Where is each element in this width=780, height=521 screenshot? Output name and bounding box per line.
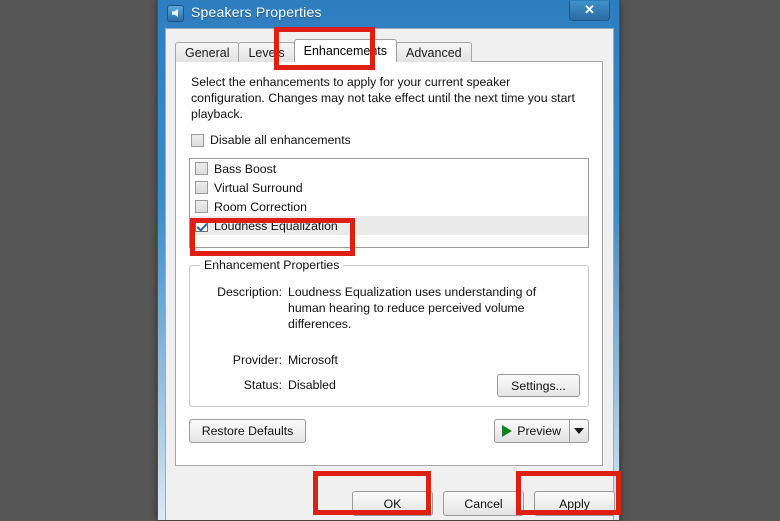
loudness-equalization-checkbox[interactable] [195,219,208,232]
list-item-label: Loudness Equalization [214,218,338,233]
list-item[interactable]: Loudness Equalization [190,216,588,235]
title-bar: Speakers Properties ✕ [158,0,619,28]
list-item-label: Bass Boost [214,161,277,176]
tab-general[interactable]: General [175,42,240,62]
dialog-client-area: General Levels Enhancements Advanced Sel… [165,28,615,521]
cancel-button-label: Cancel [464,496,503,511]
preview-dropdown-button[interactable] [569,420,588,442]
tab-levels[interactable]: Levels [238,42,295,62]
preview-split-button: Preview [494,419,589,443]
close-icon: ✕ [584,2,595,17]
room-correction-checkbox[interactable] [195,200,208,213]
tab-general-label: General [185,45,230,60]
restore-defaults-button[interactable]: Restore Defaults [189,419,306,443]
virtual-surround-checkbox[interactable] [195,181,208,194]
list-item-label: Room Correction [214,199,307,214]
dialog-footer: OK Cancel Apply [166,491,615,521]
enhancement-properties-group: Enhancement Properties Description: Loud… [189,258,589,407]
close-button[interactable]: ✕ [569,1,610,21]
apply-button-label: Apply [559,496,590,511]
provider-value: Microsoft [288,353,338,367]
settings-button[interactable]: Settings... [497,374,580,397]
tab-levels-label: Levels [248,45,285,60]
enhancements-list[interactable]: Bass Boost Virtual Surround Room Correct… [189,158,589,248]
tab-strip: General Levels Enhancements Advanced [175,39,472,62]
bass-boost-checkbox[interactable] [195,162,208,175]
list-item[interactable]: Room Correction [190,197,588,216]
status-label: Status: [243,378,282,392]
list-item-label: Virtual Surround [214,180,303,195]
tab-advanced[interactable]: Advanced [396,42,472,62]
disable-all-enhancements-checkbox-row[interactable]: Disable all enhancements [191,133,351,147]
enhancement-properties-title: Enhancement Properties [200,258,344,272]
disable-all-enhancements-label: Disable all enhancements [210,133,351,147]
speakers-properties-window: Speakers Properties ✕ General Levels Enh… [157,0,620,520]
play-icon [502,425,513,437]
chevron-down-icon [574,428,584,434]
preview-button[interactable]: Preview [495,420,569,442]
preview-button-label: Preview [517,424,561,438]
tab-advanced-label: Advanced [406,45,462,60]
list-item[interactable]: Virtual Surround [190,178,588,197]
ok-button-label: OK [383,496,402,511]
tab-enhancements-label: Enhancements [303,44,388,58]
ok-button[interactable]: OK [352,491,433,516]
disable-all-enhancements-checkbox[interactable] [191,133,204,147]
list-item[interactable]: Bass Boost [190,159,588,178]
tab-enhancements[interactable]: Enhancements [293,39,398,62]
description-label: Description: [217,285,282,299]
description-value: Loudness Equalization uses understanding… [288,285,537,331]
intro-text: Select the enhancements to apply for you… [191,75,575,121]
restore-defaults-label: Restore Defaults [201,424,294,438]
status-value: Disabled [288,378,336,392]
apply-button[interactable]: Apply [534,491,615,516]
cancel-button[interactable]: Cancel [443,491,524,516]
window-title: Speakers Properties [191,4,322,20]
provider-label: Provider: [232,353,282,367]
enhancements-tab-page: Select the enhancements to apply for you… [175,61,603,466]
speaker-icon [167,5,184,22]
settings-button-label: Settings... [511,378,566,393]
